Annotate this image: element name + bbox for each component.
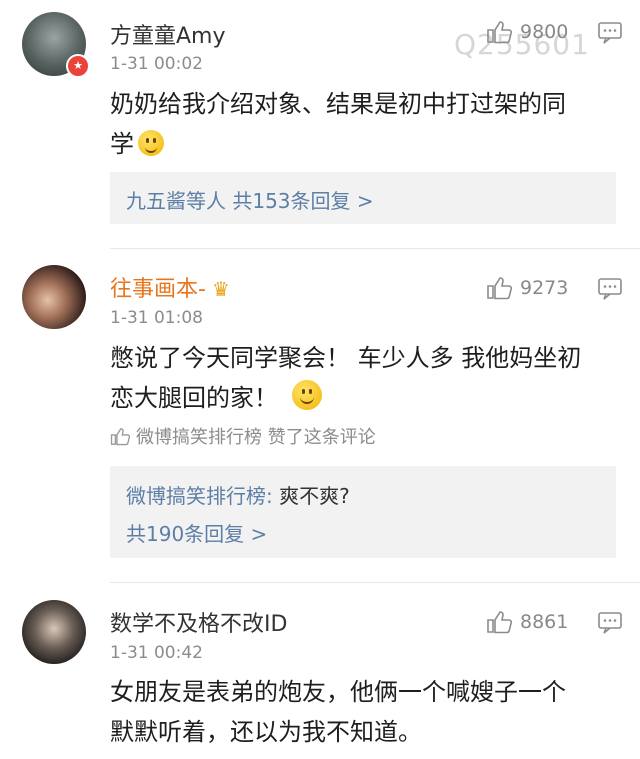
comment-text: 奶奶给我介绍对象、结果是初中打过架的同 学 [110, 84, 620, 164]
divider [110, 582, 640, 583]
smile-emoji-icon [292, 380, 322, 410]
like-count: 9273 [520, 277, 569, 299]
avatar[interactable] [22, 265, 86, 329]
comment-author[interactable]: 数学不及格不改ID [110, 606, 287, 638]
comment-author[interactable]: 方童童Amy [110, 18, 226, 50]
like-button[interactable]: 9800 [486, 20, 568, 44]
comment-text-line: 憋说了今天同学聚会！ 车少人多 我他妈坐初 [110, 344, 582, 372]
like-button[interactable]: 9273 [486, 276, 568, 300]
thumbs-up-icon [487, 21, 512, 44]
comment-text-line: 奶奶给我介绍对象、结果是初中打过架的同 [110, 90, 566, 118]
reply-preview: 微博搞笑排行榜: 爽不爽? [126, 480, 350, 509]
liked-by-row: 微博搞笑排行榜 赞了这条评论 [110, 423, 376, 449]
shrug-emoji-icon [138, 130, 164, 156]
liked-by-text: 微博搞笑排行榜 赞了这条评论 [136, 427, 376, 448]
reply-count-link[interactable]: 共190条回复 > [126, 518, 267, 547]
thumbs-up-icon [487, 277, 512, 300]
comment-time: 1-31 01:08 [110, 308, 203, 328]
divider [110, 248, 640, 249]
comment-text-line: 学 [110, 130, 134, 158]
comment-options-icon[interactable] [598, 278, 622, 304]
comment-text-line: 恋大腿回的家！ [110, 384, 278, 412]
comment-options-icon[interactable] [598, 22, 622, 48]
comment-time: 1-31 00:02 [110, 54, 203, 74]
vip-crown-icon: ♛ [211, 277, 230, 301]
reply-text: 爽不爽? [272, 484, 350, 508]
reply-preview-box[interactable]: 微博搞笑排行榜: 爽不爽? 共190条回复 > [110, 466, 616, 558]
like-count: 9800 [520, 21, 569, 43]
comment-text: 憋说了今天同学聚会！ 车少人多 我他妈坐初 恋大腿回的家！ [110, 338, 620, 418]
comment-author[interactable]: 往事画本- ♛ [110, 271, 230, 303]
comment-options-icon[interactable] [598, 612, 622, 638]
reply-summary-box[interactable]: 九五酱等人 共153条回复 > [110, 172, 616, 224]
comment-time: 1-31 00:42 [110, 643, 203, 663]
verified-badge-icon: ★ [66, 54, 90, 78]
thumbs-up-icon [110, 427, 130, 445]
like-count: 8861 [520, 611, 569, 633]
author-name: 往事画本- [110, 277, 206, 302]
reply-author-link[interactable]: 微博搞笑排行榜: [126, 484, 273, 508]
comment-text-line: 默默听着，还以为我不知道。 [110, 718, 422, 746]
comment-text-line: 女朋友是表弟的炮友，他俩一个喊嫂子一个 [110, 678, 566, 706]
avatar[interactable] [22, 600, 86, 664]
thumbs-up-icon [487, 611, 512, 634]
like-button[interactable]: 8861 [486, 610, 568, 634]
comment-text: 女朋友是表弟的炮友，他俩一个喊嫂子一个 默默听着，还以为我不知道。 [110, 672, 620, 752]
reply-summary-link[interactable]: 九五酱等人 共153条回复 > [126, 185, 374, 214]
